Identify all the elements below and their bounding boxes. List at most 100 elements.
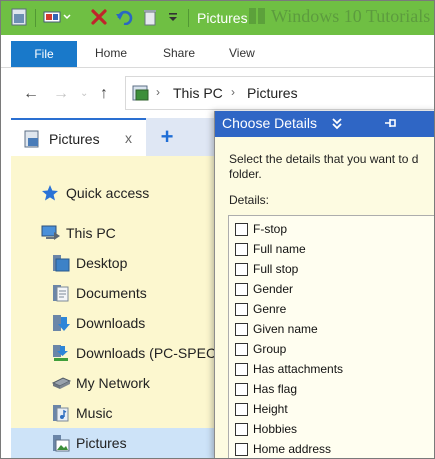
breadcrumb-pictures[interactable]: Pictures <box>247 85 298 101</box>
details-label: Details: <box>229 193 270 207</box>
forward-arrow-icon[interactable]: → <box>53 85 69 103</box>
star-icon <box>41 184 59 202</box>
detail-checkbox[interactable] <box>235 383 248 396</box>
detail-row-has-attachments[interactable]: Has attachments <box>229 359 434 379</box>
dialog-title: Choose Details <box>222 115 317 131</box>
window-title: Pictures <box>197 10 248 26</box>
tab-file[interactable]: File <box>11 41 77 67</box>
explorer-window: Pictures Windows 10 Tutorials File Home … <box>0 0 435 459</box>
breadcrumb-this-pc[interactable]: This PC <box>173 85 223 101</box>
detail-checkbox[interactable] <box>235 423 248 436</box>
choose-details-dialog: Choose Details Select the details that y… <box>214 111 434 458</box>
details-list: F-stop Full name Full stop Gender Genre … <box>228 215 434 458</box>
detail-checkbox[interactable] <box>235 443 248 456</box>
detail-row-group[interactable]: Group <box>229 339 434 359</box>
detail-label: Group <box>253 342 287 356</box>
desktop-folder-icon <box>52 254 70 272</box>
dialog-description: Select the details that you want to d fo… <box>229 152 419 181</box>
add-tab-button[interactable]: + <box>155 126 179 150</box>
detail-checkbox[interactable] <box>235 403 248 416</box>
back-arrow-icon[interactable]: ← <box>23 85 39 103</box>
tab-home[interactable]: Home <box>95 46 127 60</box>
detail-row-has-flag[interactable]: Has flag <box>229 379 434 399</box>
detail-label: Home address <box>253 442 332 456</box>
sidebar-item-pictures[interactable]: Pictures <box>11 428 215 458</box>
dialog-title-bar[interactable]: Choose Details <box>215 111 434 137</box>
address-bar[interactable]: › This PC › Pictures <box>125 76 434 110</box>
sidebar-item-label: Quick access <box>66 185 150 201</box>
detail-row-f-stop[interactable]: F-stop <box>229 219 434 239</box>
sidebar-item-documents[interactable]: Documents <box>11 279 215 307</box>
pictures-folder-icon <box>52 434 70 452</box>
tab-share[interactable]: Share <box>163 46 195 60</box>
title-bar: Pictures Windows 10 Tutorials <box>1 1 434 35</box>
downloads-folder-icon <box>52 314 70 332</box>
detail-checkbox[interactable] <box>235 263 248 276</box>
detail-checkbox[interactable] <box>235 303 248 316</box>
detail-row-gender[interactable]: Gender <box>229 279 434 299</box>
sidebar-item-label: Downloads (PC-SPEC <box>76 345 217 361</box>
pictures-tools-icon[interactable] <box>41 7 75 27</box>
sidebar-item-label: This PC <box>66 225 116 241</box>
computer-icon <box>41 224 60 242</box>
detail-label: Given name <box>253 322 318 336</box>
detail-checkbox[interactable] <box>235 363 248 376</box>
detail-row-hobbies[interactable]: Hobbies <box>229 419 434 439</box>
delete-icon[interactable] <box>89 7 109 27</box>
pictures-location-icon <box>132 84 150 107</box>
tab-pictures[interactable]: Pictures x <box>11 118 146 156</box>
dropdown-chevron-icon[interactable] <box>331 113 343 135</box>
network-downloads-icon <box>52 344 70 362</box>
pin-icon[interactable] <box>383 115 399 131</box>
detail-label: Height <box>253 402 288 416</box>
detail-checkbox[interactable] <box>235 343 248 356</box>
sidebar-item-quick-access[interactable]: Quick access <box>11 179 215 207</box>
sidebar-item-downloads-pc-spec[interactable]: Downloads (PC-SPEC <box>11 339 217 367</box>
sidebar-item-label: Music <box>76 405 113 421</box>
pane-tab-strip: Pictures x + <box>11 118 215 156</box>
sidebar-item-music[interactable]: Music <box>11 399 215 427</box>
detail-row-given-name[interactable]: Given name <box>229 319 434 339</box>
address-row: ← → ⌄ ↑ › This PC › Pictures <box>1 68 434 116</box>
detail-label: Gender <box>253 282 294 296</box>
tab-pictures-label: Pictures <box>49 131 100 147</box>
detail-row-full-stop[interactable]: Full stop <box>229 259 434 279</box>
sidebar-item-this-pc[interactable]: This PC <box>11 219 215 247</box>
detail-row-genre[interactable]: Genre <box>229 299 434 319</box>
sidebar-item-label: My Network <box>76 375 150 391</box>
detail-checkbox[interactable] <box>235 223 248 236</box>
sidebar-item-my-network[interactable]: My Network <box>11 369 215 397</box>
close-tab-icon[interactable]: x <box>125 130 132 146</box>
detail-row-home-address[interactable]: Home address <box>229 439 434 458</box>
sidebar-item-desktop[interactable]: Desktop <box>11 249 215 277</box>
customize-toolbar-icon[interactable] <box>163 7 183 27</box>
detail-label: Has flag <box>253 382 298 396</box>
detail-checkbox[interactable] <box>235 283 248 296</box>
network-drive-icon <box>51 374 72 392</box>
folder-properties-icon[interactable] <box>9 7 29 27</box>
up-arrow-icon[interactable]: ↑ <box>100 85 108 103</box>
detail-checkbox[interactable] <box>235 323 248 336</box>
undo-icon[interactable] <box>114 7 134 27</box>
detail-label: Has attachments <box>253 362 344 376</box>
detail-label: Full name <box>253 242 306 256</box>
recent-locations-chevron-icon[interactable]: ⌄ <box>80 88 88 99</box>
sidebar-item-label: Documents <box>76 285 147 301</box>
detail-row-height[interactable]: Height <box>229 399 434 419</box>
sidebar-item-label: Downloads <box>76 315 146 331</box>
tab-view[interactable]: View <box>229 46 255 60</box>
sidebar-item-label: Desktop <box>76 255 128 271</box>
background-windows-logo-icon <box>249 8 265 24</box>
background-window-title: Windows 10 Tutorials <box>271 6 431 26</box>
breadcrumb-separator-icon: › <box>156 85 160 99</box>
pictures-tab-icon <box>23 129 41 154</box>
recycle-bin-icon[interactable] <box>140 7 160 27</box>
detail-label: Genre <box>253 302 287 316</box>
detail-checkbox[interactable] <box>235 243 248 256</box>
detail-row-full-name[interactable]: Full name <box>229 239 434 259</box>
detail-label: Full stop <box>253 262 299 276</box>
documents-folder-icon <box>52 284 70 302</box>
music-folder-icon <box>52 404 70 422</box>
detail-label: F-stop <box>253 222 288 236</box>
sidebar-item-downloads[interactable]: Downloads <box>11 309 215 337</box>
